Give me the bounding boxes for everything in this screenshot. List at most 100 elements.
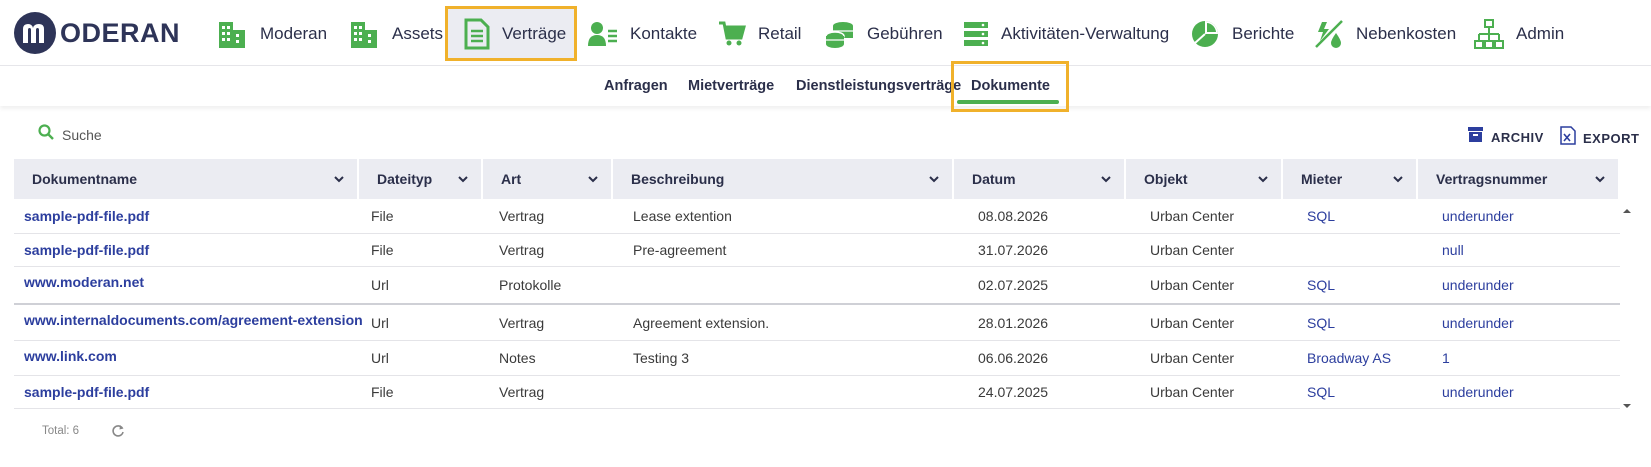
cell-art: Protokolle xyxy=(499,277,562,293)
cell-art: Vertrag xyxy=(499,384,545,400)
logo-text: ODERAN xyxy=(60,17,181,48)
cell-objekt: Urban Center xyxy=(1150,350,1235,366)
table-row[interactable]: sample-pdf-file.pdf File Vertrag Pre-agr… xyxy=(14,234,1620,267)
cell-mieter-link[interactable]: Broadway AS xyxy=(1307,341,1391,375)
active-tab-underline xyxy=(957,100,1059,104)
column-label: Art xyxy=(501,171,522,187)
tab-mietvertraege[interactable]: Mietverträge xyxy=(688,66,774,106)
column-header-vertragsnummer[interactable]: Vertragsnummer xyxy=(1418,159,1620,199)
cell-mieter-link[interactable]: SQL xyxy=(1307,267,1335,303)
cell-vertragsnummer-link[interactable]: underunder xyxy=(1442,376,1514,408)
contact-card-icon xyxy=(588,20,618,48)
scroll-up-arrow-icon[interactable] xyxy=(1620,205,1634,217)
nav-label: Retail xyxy=(758,23,802,43)
chevron-down-icon[interactable] xyxy=(926,171,942,187)
nav-label: Nebenkosten xyxy=(1356,23,1457,43)
nav-moderan[interactable]: Moderan xyxy=(216,6,327,61)
column-label: Beschreibung xyxy=(631,171,725,187)
tab-dienstleistungsvertraege[interactable]: Dienstleistungsverträge xyxy=(796,66,961,106)
table-row[interactable]: sample-pdf-file.pdf File Vertrag 24.07.2… xyxy=(14,376,1620,409)
chevron-down-icon[interactable] xyxy=(1390,171,1406,187)
cell-mieter-link[interactable]: SQL xyxy=(1307,199,1335,233)
document-name-link[interactable]: sample-pdf-file.pdf xyxy=(24,376,149,408)
table-row[interactable]: www.moderan.net Url Protokolle 02.07.202… xyxy=(14,267,1620,305)
nav-label: Berichte xyxy=(1232,23,1295,43)
table-row[interactable]: www.internaldocuments.com/agreement-exte… xyxy=(14,305,1620,341)
search-label: Suche xyxy=(62,126,102,143)
coins-icon xyxy=(825,19,855,49)
export-button[interactable]: EXPORT xyxy=(1560,126,1639,150)
table-header: Dokumentname Dateityp Art Beschreibung D… xyxy=(14,159,1620,199)
cart-icon xyxy=(718,20,746,48)
nav-retail[interactable]: Retail xyxy=(718,6,801,61)
chevron-down-icon[interactable] xyxy=(1592,171,1608,187)
nav-admin[interactable]: Admin xyxy=(1474,6,1564,61)
column-header-art[interactable]: Art xyxy=(483,159,613,199)
cell-mieter-link[interactable]: SQL xyxy=(1307,305,1335,340)
moderan-logo[interactable]: ODERAN xyxy=(14,12,180,54)
nav-vertraege[interactable]: Verträge xyxy=(445,6,577,61)
nav-gebuehren[interactable]: Gebühren xyxy=(825,6,943,61)
logo-m-icon xyxy=(14,12,56,54)
cell-dateityp: File xyxy=(371,208,394,224)
building-icon xyxy=(216,18,248,50)
cell-vertragsnummer-link[interactable]: underunder xyxy=(1442,199,1514,233)
archive-label: ARCHIV xyxy=(1491,129,1544,145)
column-header-beschreibung[interactable]: Beschreibung xyxy=(613,159,954,199)
cell-beschreibung: Testing 3 xyxy=(633,350,690,366)
cell-vertragsnummer-link[interactable]: null xyxy=(1442,234,1464,266)
tab-anfragen[interactable]: Anfragen xyxy=(604,66,668,106)
chevron-down-icon[interactable] xyxy=(1255,171,1271,187)
cell-vertragsnummer-link[interactable]: 1 xyxy=(1442,341,1450,375)
cell-datum: 24.07.2025 xyxy=(978,384,1049,400)
chevron-down-icon[interactable] xyxy=(331,171,347,187)
chevron-down-icon[interactable] xyxy=(585,171,601,187)
chevron-down-icon[interactable] xyxy=(455,171,471,187)
cell-beschreibung: Agreement extension. xyxy=(633,314,770,331)
nav-assets[interactable]: Assets xyxy=(348,6,443,61)
document-name-link[interactable]: www.moderan.net xyxy=(24,267,144,303)
cell-vertragsnummer-link[interactable]: underunder xyxy=(1442,267,1514,303)
nav-kontakte[interactable]: Kontakte xyxy=(588,6,697,61)
document-name-link[interactable]: www.link.com xyxy=(24,341,117,375)
cell-dateityp: File xyxy=(371,242,394,258)
document-name-link[interactable]: sample-pdf-file.pdf xyxy=(24,234,149,266)
cell-dateityp: Url xyxy=(371,350,389,366)
nav-nebenkosten[interactable]: Nebenkosten xyxy=(1314,6,1456,61)
column-header-mieter[interactable]: Mieter xyxy=(1283,159,1418,199)
cell-vertragsnummer-link[interactable]: underunder xyxy=(1442,305,1514,340)
document-name-link[interactable]: sample-pdf-file.pdf xyxy=(24,199,149,233)
top-navigation: ODERAN Moderan Assets Verträge Kontakte … xyxy=(0,0,1651,66)
column-header-datum[interactable]: Datum xyxy=(954,159,1126,199)
column-label: Mieter xyxy=(1301,171,1343,187)
server-list-icon xyxy=(963,20,989,48)
total-count: Total: 6 xyxy=(42,425,80,437)
column-header-objekt[interactable]: Objekt xyxy=(1126,159,1283,199)
archive-button[interactable]: ARCHIV xyxy=(1467,126,1544,148)
scroll-down-arrow-icon[interactable] xyxy=(1620,400,1634,412)
cell-art: Vertrag xyxy=(499,242,545,258)
cell-datum: 31.07.2026 xyxy=(978,242,1049,258)
chevron-down-icon[interactable] xyxy=(1098,171,1114,187)
nav-aktivitaeten[interactable]: Aktivitäten-Verwaltung xyxy=(963,6,1169,61)
cell-beschreibung: Lease extention xyxy=(633,208,732,224)
refresh-button[interactable] xyxy=(111,424,125,443)
sub-navigation: Anfragen Mietverträge Dienstleistungsver… xyxy=(0,66,1651,106)
table-row[interactable]: sample-pdf-file.pdf File Vertrag Lease e… xyxy=(14,199,1620,234)
excel-file-icon xyxy=(1560,126,1576,150)
nav-label: Admin xyxy=(1516,23,1565,43)
cell-mieter-link[interactable]: SQL xyxy=(1307,376,1335,408)
cell-datum: 08.08.2026 xyxy=(978,208,1049,224)
nav-berichte[interactable]: Berichte xyxy=(1190,6,1294,61)
table-row[interactable]: www.link.com Url Notes Testing 3 06.06.2… xyxy=(14,341,1620,376)
column-header-dateityp[interactable]: Dateityp xyxy=(359,159,483,199)
search-button[interactable]: Suche xyxy=(38,124,102,145)
nav-label: Kontakte xyxy=(630,23,698,43)
cell-dateityp: File xyxy=(371,384,394,400)
nav-label: Verträge xyxy=(502,23,567,43)
search-icon xyxy=(38,124,54,145)
cell-datum: 28.01.2026 xyxy=(978,314,1049,331)
column-header-dokumentname[interactable]: Dokumentname xyxy=(14,159,359,199)
column-label: Datum xyxy=(972,171,1016,187)
document-name-link[interactable]: www.internaldocuments.com/agreement-exte… xyxy=(24,305,363,340)
